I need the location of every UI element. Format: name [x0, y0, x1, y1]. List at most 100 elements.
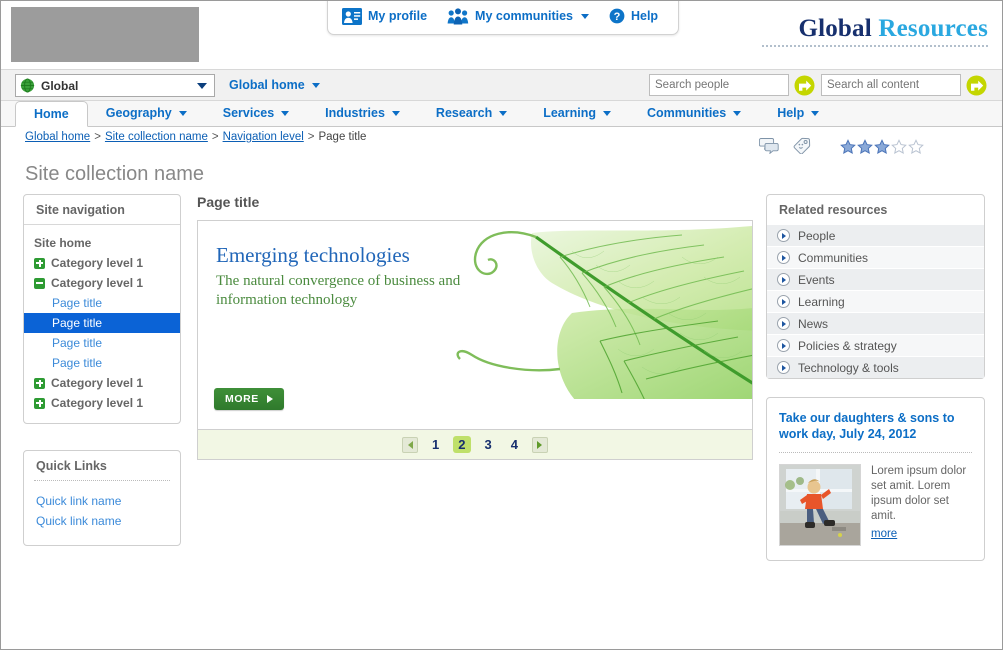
related-item-events[interactable]: Events: [767, 268, 984, 290]
expand-plus-icon[interactable]: [34, 257, 45, 269]
right-sidebar: Related resources People Communities Event…: [766, 194, 985, 561]
utility-bar: My profile My communities ? Help: [327, 1, 679, 35]
sidebar-page-link[interactable]: Page title: [24, 333, 180, 353]
chevron-down-icon: [499, 110, 508, 116]
star-filled-icon[interactable]: [874, 139, 890, 158]
breadcrumb-link[interactable]: Navigation level: [223, 131, 304, 143]
arrow-right-circle-icon: [777, 273, 790, 286]
quick-link[interactable]: Quick link name: [36, 511, 168, 531]
arrow-right-circle-icon: [777, 295, 790, 308]
breadcrumb-separator: >: [94, 131, 101, 143]
sidebar-category-plus[interactable]: Category level 1: [24, 253, 180, 273]
sidebar-category-label: Category level 1: [51, 376, 144, 390]
related-item-technology-tools[interactable]: Technology & tools: [767, 356, 984, 378]
related-item-policies-strategy[interactable]: Policies & strategy: [767, 334, 984, 356]
globe-icon: [20, 78, 35, 93]
star-filled-icon[interactable]: [857, 139, 873, 158]
chevron-down-icon: [311, 82, 320, 88]
breadcrumb-current: Page title: [318, 131, 367, 143]
banner-text: Emerging technologies The natural conver…: [216, 243, 466, 310]
scope-select[interactable]: Global: [15, 74, 215, 97]
expand-plus-icon[interactable]: [34, 397, 45, 409]
tab-label: Industries: [325, 106, 385, 120]
tab-industries[interactable]: Industries: [307, 100, 418, 126]
site-navigation-title: Site navigation: [24, 195, 180, 225]
expand-plus-icon[interactable]: [34, 377, 45, 389]
sidebar-category-minus[interactable]: Category level 1: [24, 273, 180, 293]
tab-label: Learning: [543, 106, 597, 120]
tab-help[interactable]: Help: [759, 100, 837, 126]
sidebar-page-link[interactable]: Page title: [24, 293, 180, 313]
sidebar-category-plus[interactable]: Category level 1: [24, 373, 180, 393]
related-item-label: News: [798, 316, 829, 331]
more-button[interactable]: MORE: [214, 388, 284, 410]
star-empty-icon[interactable]: [891, 139, 907, 158]
related-item-label: Learning: [798, 294, 845, 309]
tab-communities[interactable]: Communities: [629, 100, 759, 126]
breadcrumb-link[interactable]: Global home: [25, 131, 90, 143]
related-item-communities[interactable]: Communities: [767, 246, 984, 268]
sidebar-page-current[interactable]: Page title: [24, 313, 180, 333]
utility-item-my-profile[interactable]: My profile: [342, 4, 427, 28]
logo-placeholder: [11, 7, 199, 62]
search-all-group: [821, 74, 987, 96]
help-question-icon: ?: [609, 8, 625, 24]
promo-divider: [779, 451, 972, 453]
search-all-input[interactable]: [821, 74, 961, 96]
rating-stars[interactable]: [840, 139, 924, 158]
tag-icon[interactable]: [793, 137, 812, 155]
related-item-label: Communities: [798, 250, 869, 265]
left-sidebar: Site navigation Site home Category level…: [23, 194, 181, 546]
tab-research[interactable]: Research: [418, 100, 525, 126]
utility-item-label: My profile: [368, 9, 428, 23]
scope-select-value: Global: [41, 78, 79, 93]
pager-page-4[interactable]: 4: [506, 436, 523, 453]
tab-learning[interactable]: Learning: [525, 100, 629, 126]
search-people-input[interactable]: [649, 74, 789, 96]
sidebar-category-label: Category level 1: [51, 256, 144, 270]
sidebar-page-link[interactable]: Page title: [24, 353, 180, 373]
tab-geography[interactable]: Geography: [88, 100, 205, 126]
sidebar-category-label: Category level 1: [51, 276, 144, 290]
pager-page-3[interactable]: 3: [480, 436, 497, 453]
related-item-learning[interactable]: Learning: [767, 290, 984, 312]
profile-card-icon: [342, 7, 362, 25]
content-title: Page title: [197, 194, 260, 210]
related-item-news[interactable]: News: [767, 312, 984, 334]
child-by-window-photo: [779, 463, 861, 546]
star-empty-icon[interactable]: [908, 139, 924, 158]
sidebar-category-plus[interactable]: Category level 1: [24, 393, 180, 413]
global-home-link[interactable]: Global home: [229, 78, 320, 92]
collapse-minus-icon[interactable]: [34, 277, 45, 289]
tab-label: Home: [34, 107, 69, 121]
promo-more-link[interactable]: more: [871, 527, 897, 542]
utility-item-my-communities[interactable]: My communities: [447, 4, 589, 28]
star-filled-icon[interactable]: [840, 139, 856, 158]
banner-pager: 1234: [197, 430, 753, 460]
banner-headline: Emerging technologies: [216, 243, 410, 267]
search-people-go-button[interactable]: [793, 74, 815, 96]
chevron-down-icon: [391, 110, 400, 116]
utility-item-help[interactable]: ? Help: [609, 4, 658, 28]
main-tab-nav: Home Geography Services Industries Research L…: [1, 101, 1002, 127]
quick-link[interactable]: Quick link name: [36, 491, 168, 511]
pager-next-button[interactable]: [531, 436, 548, 453]
tab-label: Services: [222, 106, 275, 120]
search-all-go-button[interactable]: [965, 74, 987, 96]
pager-prev-button[interactable]: [402, 436, 419, 453]
speech-bubble-icon[interactable]: [758, 137, 779, 155]
tab-home[interactable]: Home: [15, 101, 88, 127]
top-strip: My profile My communities ? Help Global …: [1, 1, 1002, 69]
tab-services[interactable]: Services: [205, 100, 307, 126]
brand-underline: [762, 45, 988, 47]
pager-page-2[interactable]: 2: [453, 436, 471, 453]
arrow-left-icon: [407, 440, 413, 449]
search-people-group: [649, 74, 815, 96]
sidebar-category-label: Category level 1: [51, 396, 144, 410]
related-item-people[interactable]: People: [767, 224, 984, 246]
pager-page-1[interactable]: 1: [427, 436, 444, 453]
sidebar-item-site-home[interactable]: Site home: [24, 233, 180, 253]
community-people-icon: [447, 7, 469, 25]
breadcrumb-link[interactable]: Site collection name: [105, 131, 208, 143]
promo-body: Lorem ipsum dolor set amit. Lorem ipsum …: [779, 463, 972, 546]
